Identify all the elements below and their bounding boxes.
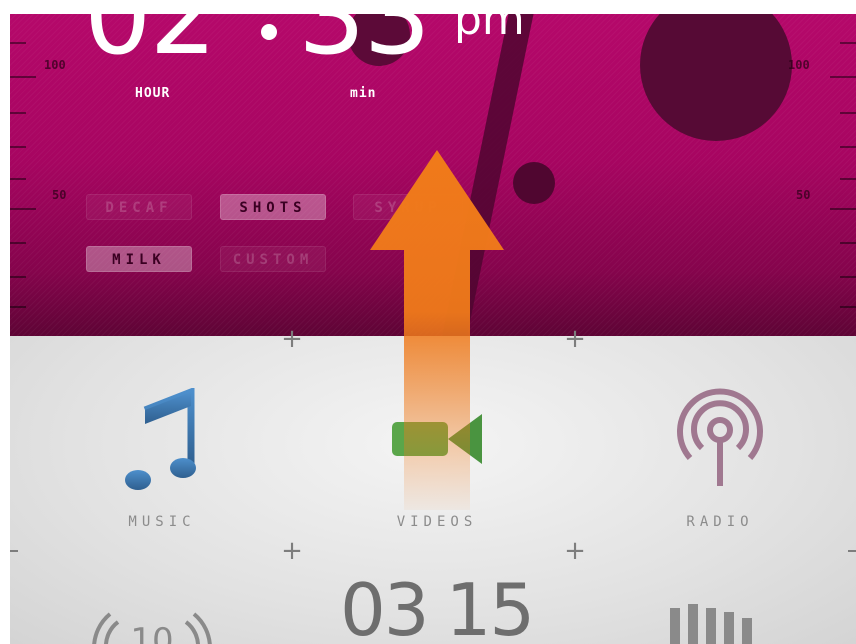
ruler-tick <box>840 112 856 114</box>
ruler-tick <box>10 76 36 78</box>
ruler-tick <box>840 178 856 180</box>
ruler-label-100-right: 100 <box>788 58 810 72</box>
device-screen: 100 50 100 50 02 33 pm HOUR min DECAF SH… <box>0 0 856 644</box>
grid-plus-marker: + <box>564 324 586 354</box>
radio-label: RADIO <box>686 514 754 530</box>
signal-waves-icon[interactable]: 10 <box>72 608 232 644</box>
ruler-tick <box>830 208 856 210</box>
ruler-tick <box>840 146 856 148</box>
ruler-tick <box>840 242 856 244</box>
ruler-tick <box>10 146 26 148</box>
grid-edge-tick <box>10 550 18 552</box>
date-month: 03 <box>340 568 430 644</box>
ruler-tick <box>10 208 36 210</box>
ruler-label-50: 50 <box>52 188 67 202</box>
ruler-tick <box>10 306 26 308</box>
decorative-circle-large <box>640 14 792 141</box>
ruler-tick <box>10 42 26 44</box>
ruler-tick <box>10 242 26 244</box>
decaf-toggle[interactable]: DECAF <box>86 194 192 220</box>
swipe-up-arrow-icon <box>370 150 504 510</box>
ruler-tick <box>840 276 856 278</box>
minute-label: min <box>350 86 377 101</box>
grid-plus-marker: + <box>281 324 303 354</box>
grid-plus-marker: + <box>564 536 586 566</box>
grid-edge-tick <box>848 550 856 552</box>
radio-app[interactable]: RADIO <box>630 336 810 530</box>
ruler-label-50-right: 50 <box>796 188 811 202</box>
music-app[interactable]: MUSIC <box>72 336 252 530</box>
ruler-tick <box>840 42 856 44</box>
ruler-label-100: 100 <box>44 58 66 72</box>
ruler-tick <box>840 306 856 308</box>
radio-broadcast-icon <box>677 388 763 486</box>
equalizer-bars-icon[interactable] <box>664 602 764 644</box>
custom-toggle[interactable]: CUSTOM <box>220 246 326 272</box>
music-label: MUSIC <box>128 514 196 530</box>
music-note-icon <box>125 388 196 490</box>
ruler-tick <box>830 76 856 78</box>
grid-plus-marker: + <box>281 536 303 566</box>
right-ruler <box>826 14 856 336</box>
decorative-circle-small <box>513 162 555 204</box>
clock-ampm: pm <box>454 14 525 45</box>
svg-text:10: 10 <box>130 621 173 644</box>
videos-label: VIDEOS <box>396 514 478 530</box>
date-day: 15 <box>445 568 536 644</box>
clock-hour: 02 <box>84 14 217 78</box>
clock-colon <box>261 24 277 40</box>
ruler-tick <box>10 178 26 180</box>
date-display[interactable]: 03 15 <box>340 574 535 644</box>
ruler-tick <box>10 112 26 114</box>
shots-toggle[interactable]: SHOTS <box>220 194 326 220</box>
left-ruler <box>10 14 40 336</box>
milk-toggle[interactable]: MILK <box>86 246 192 272</box>
clock-minute: 33 <box>298 14 431 78</box>
ruler-tick <box>10 276 26 278</box>
hour-label: HOUR <box>135 86 171 101</box>
